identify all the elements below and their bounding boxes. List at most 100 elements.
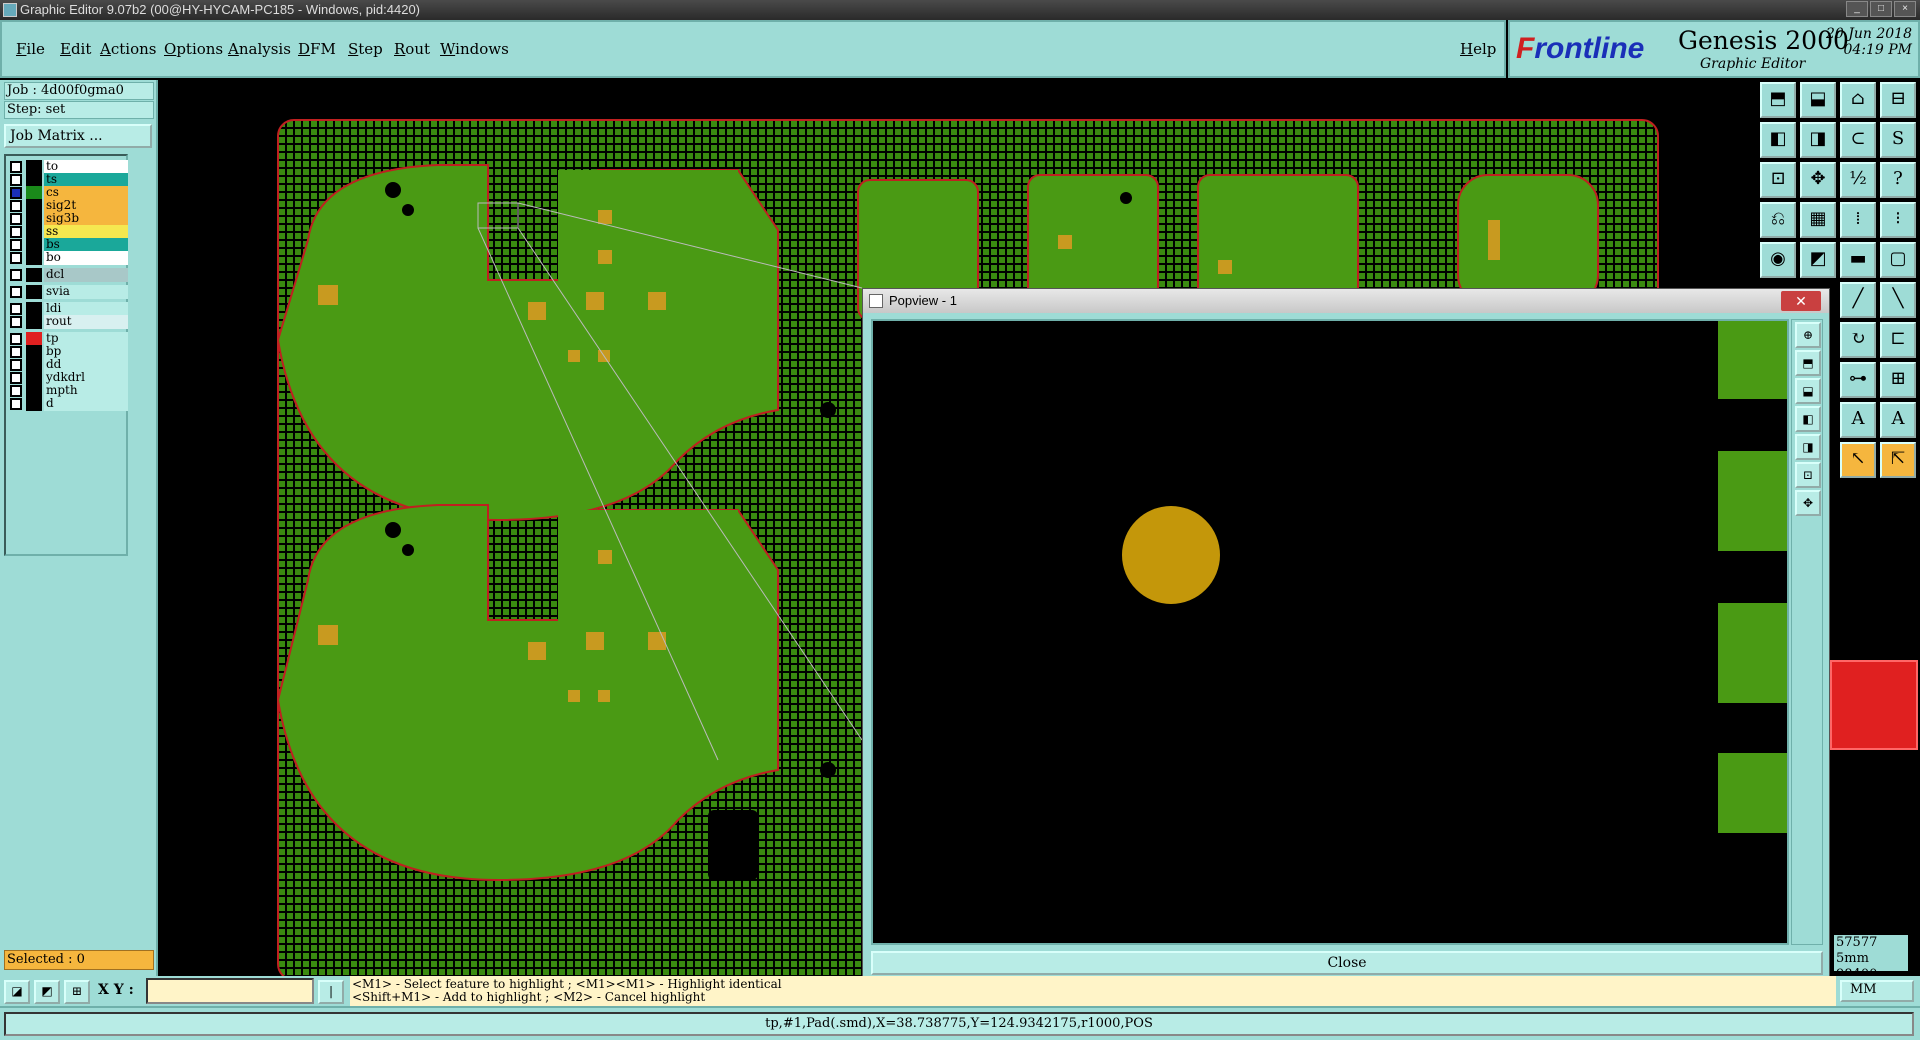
pop-tool-1[interactable]: ⊕: [1795, 322, 1821, 348]
pop-tool-3[interactable]: ⬓: [1795, 378, 1821, 404]
close-window-button[interactable]: ×: [1894, 1, 1916, 17]
layer-checkbox[interactable]: [10, 316, 22, 328]
layer-checkbox[interactable]: [10, 333, 22, 345]
tool-btn-17[interactable]: ◉: [1760, 242, 1796, 278]
menu-edit[interactable]: Edit: [60, 40, 91, 58]
job-matrix-button[interactable]: Job Matrix ...: [4, 124, 152, 148]
layer-name[interactable]: bo: [44, 251, 128, 265]
layer-row-d[interactable]: d: [10, 397, 128, 411]
layer-row-to[interactable]: to: [10, 160, 128, 174]
layer-row-mpth[interactable]: mpth: [10, 384, 128, 398]
menu-bar: File Edit Actions Options Analysis DFM S…: [0, 20, 1506, 78]
tool-btn-26[interactable]: ⊞: [1880, 362, 1916, 398]
tool-btn-5[interactable]: ◧: [1760, 122, 1796, 158]
tool-btn-1[interactable]: ⬒: [1760, 82, 1796, 118]
layer-color-swatch: [26, 186, 42, 200]
menu-windows[interactable]: Windows: [440, 40, 509, 58]
line-alt-icon[interactable]: ╲: [1880, 282, 1916, 318]
zoom-fit-icon[interactable]: ⊡: [1760, 162, 1796, 198]
layer-checkbox[interactable]: [10, 187, 22, 199]
tool-btn-20[interactable]: ▢: [1880, 242, 1916, 278]
menu-dfm[interactable]: DFM: [298, 40, 336, 58]
layer-name[interactable]: d: [44, 397, 128, 411]
cmd-btn-1[interactable]: ◪: [4, 980, 30, 1004]
text-a-icon[interactable]: A: [1840, 402, 1876, 438]
help-icon[interactable]: ?: [1880, 162, 1916, 198]
tool-btn-16[interactable]: ⁝: [1880, 202, 1916, 238]
menu-step[interactable]: Step: [348, 40, 383, 58]
tool-btn-8[interactable]: S: [1880, 122, 1916, 158]
grid-icon[interactable]: ▦: [1800, 202, 1836, 238]
menu-options[interactable]: Options: [164, 40, 223, 58]
layer-row-tp[interactable]: tp: [10, 332, 128, 346]
text-a-alt-icon[interactable]: A: [1880, 402, 1916, 438]
layer-checkbox[interactable]: [10, 174, 22, 186]
arc-icon[interactable]: ↻: [1840, 322, 1876, 358]
layer-name[interactable]: mpth: [44, 384, 128, 398]
layer-row-ts[interactable]: ts: [10, 173, 128, 187]
tool-btn-2[interactable]: ⬓: [1800, 82, 1836, 118]
xy-input[interactable]: [146, 978, 314, 1004]
select-multi-icon[interactable]: ⇱: [1880, 442, 1916, 478]
layer-checkbox[interactable]: [10, 200, 22, 212]
layer-row-bo[interactable]: bo: [10, 251, 128, 265]
menu-help[interactable]: Help: [1460, 40, 1496, 58]
layer-checkbox[interactable]: [10, 161, 22, 173]
zoom-center-icon[interactable]: ✥: [1800, 162, 1836, 198]
overview-thumbnail[interactable]: [1830, 660, 1918, 750]
popview-close-icon[interactable]: ✕: [1781, 291, 1821, 311]
zoom-ratio-icon[interactable]: ½: [1840, 162, 1876, 198]
layer-row-rout[interactable]: rout: [10, 315, 128, 329]
pop-zoom-fit-icon[interactable]: ⊡: [1795, 462, 1821, 488]
layer-row-dcl[interactable]: dcl: [10, 268, 128, 282]
layer-checkbox[interactable]: [10, 239, 22, 251]
layer-checkbox[interactable]: [10, 346, 22, 358]
layer-checkbox[interactable]: [10, 385, 22, 397]
popview-canvas[interactable]: [871, 319, 1789, 945]
layer-name[interactable]: svia: [44, 285, 128, 299]
layer-checkbox[interactable]: [10, 213, 22, 225]
layer-name[interactable]: dcl: [44, 268, 128, 282]
cmd-btn-4[interactable]: |: [318, 980, 344, 1004]
layer-name[interactable]: rout: [44, 315, 128, 329]
pop-tool-2[interactable]: ⬒: [1795, 350, 1821, 376]
tool-btn-7[interactable]: ⊂: [1840, 122, 1876, 158]
menu-actions[interactable]: Actions: [100, 40, 156, 58]
layer-checkbox[interactable]: [10, 303, 22, 315]
select-pointer-icon[interactable]: ↖: [1840, 442, 1876, 478]
tool-btn-13[interactable]: ⎌: [1760, 202, 1796, 238]
unit-selector[interactable]: MM: [1840, 980, 1914, 1002]
tool-btn-24[interactable]: ⊏: [1880, 322, 1916, 358]
home-icon[interactable]: ⌂: [1840, 82, 1876, 118]
maximize-button[interactable]: □: [1870, 1, 1892, 17]
line-icon[interactable]: ╱: [1840, 282, 1876, 318]
layer-checkbox[interactable]: [10, 286, 22, 298]
layer-checkbox[interactable]: [10, 359, 22, 371]
cmd-btn-3[interactable]: ⊞: [64, 980, 90, 1004]
popview-close-button[interactable]: Close: [871, 951, 1823, 975]
tool-btn-25[interactable]: ⊶: [1840, 362, 1876, 398]
layer-row-svia[interactable]: svia: [10, 285, 128, 299]
layer-row-bs[interactable]: bs: [10, 238, 128, 252]
tool-btn-4[interactable]: ⊟: [1880, 82, 1916, 118]
layer-checkbox[interactable]: [10, 372, 22, 384]
tool-btn-6[interactable]: ◨: [1800, 122, 1836, 158]
menu-rout[interactable]: Rout: [394, 40, 430, 58]
minimize-button[interactable]: _: [1846, 1, 1868, 17]
menu-analysis[interactable]: Analysis: [228, 40, 291, 58]
layer-checkbox[interactable]: [10, 269, 22, 281]
layer-row-ss[interactable]: ss: [10, 225, 128, 239]
layer-checkbox[interactable]: [10, 226, 22, 238]
layer-checkbox[interactable]: [10, 398, 22, 410]
pop-zoom-center-icon[interactable]: ✥: [1795, 490, 1821, 516]
pop-tool-4[interactable]: ◧: [1795, 406, 1821, 432]
pop-tool-5[interactable]: ◨: [1795, 434, 1821, 460]
layer-row-sig3b[interactable]: sig3b: [10, 212, 128, 226]
tool-btn-15[interactable]: ⁞: [1840, 202, 1876, 238]
cmd-btn-2[interactable]: ◩: [34, 980, 60, 1004]
tool-btn-18[interactable]: ◩: [1800, 242, 1836, 278]
layer-row-bp[interactable]: bp: [10, 345, 128, 359]
ruler-icon[interactable]: ▬: [1840, 242, 1876, 278]
layer-checkbox[interactable]: [10, 252, 22, 264]
menu-file[interactable]: File: [16, 40, 45, 58]
